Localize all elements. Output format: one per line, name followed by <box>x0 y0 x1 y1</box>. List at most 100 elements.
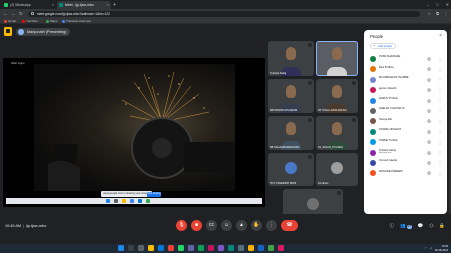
minimize-icon[interactable]: – <box>427 0 429 9</box>
stop-sharing-button[interactable]: Stop sharing <box>147 192 161 197</box>
new-tab-button[interactable]: + <box>113 1 116 9</box>
whatsapp-icon[interactable] <box>178 245 184 251</box>
tab-meet[interactable]: Meet - ijp-tjsw-mbo × <box>57 1 111 9</box>
raise-hand-button[interactable]: ✋ <box>251 220 262 231</box>
app-icon[interactable] <box>268 245 274 251</box>
call-controls: 🎙 ■ cc ☺ ▲ ✋ ⋮ ☎ <box>176 220 298 232</box>
star-icon[interactable]: ☆ <box>428 10 432 17</box>
more-options-icon[interactable]: ⋮ <box>438 140 442 145</box>
extensions-icon[interactable]: ⧉ <box>436 10 439 17</box>
file-explorer-icon[interactable] <box>148 245 154 251</box>
app-icon[interactable] <box>248 245 254 251</box>
close-window-icon[interactable]: ✕ <box>446 0 449 9</box>
people-list-item[interactable]: Ummed Gawde ⨂ ⋮ <box>368 158 445 168</box>
people-list-item[interactable]: DHRUV PIYALE ⨂ ⋮ <box>368 96 445 106</box>
mic-off-icon[interactable]: ⨂ <box>427 109 431 113</box>
mic-off-icon[interactable]: ⨂ <box>427 99 431 103</box>
shared-screen[interactable]: Web Apps meet.google.com is sharing your… <box>3 58 265 207</box>
tab-whatsapp[interactable]: (2) WhatsApp × <box>2 1 56 9</box>
leave-call-button[interactable]: ☎ <box>281 220 298 231</box>
more-options-icon[interactable]: ⋮ <box>438 67 442 72</box>
captions-button[interactable]: cc <box>206 220 217 231</box>
people-list-item-host[interactable]: Tushara Sahaj Meeting host ⨂ ⋮ <box>368 148 445 158</box>
person-name: Tanaya Bor <box>379 117 393 121</box>
more-options-icon[interactable]: ⋮ <box>438 129 442 134</box>
mic-off-icon[interactable]: ⨂ <box>427 119 431 123</box>
more-options-button[interactable]: ⋮ <box>266 220 277 231</box>
more-options-icon[interactable]: ⋮ <box>438 57 442 62</box>
people-list-item[interactable]: TAWDE TUSHA ⨂ ⋮ <box>368 137 445 147</box>
task-view-icon[interactable] <box>138 245 144 251</box>
mic-off-icon[interactable]: ⨂ <box>427 78 431 82</box>
participant-tile[interactable]: SB NAGA ERAMANANDA <box>268 116 314 150</box>
volume-icon[interactable]: ◁ <box>430 247 432 250</box>
mic-toggle-button[interactable]: 🎙 <box>176 220 187 231</box>
people-button[interactable]: 👥 27 <box>400 223 412 229</box>
url-field[interactable]: meet.google.com/ijp-tjsw-mbo?authuser=1&… <box>28 10 420 17</box>
host-controls-icon[interactable]: 🔒 <box>439 223 445 229</box>
reload-icon[interactable]: ↻ <box>19 10 23 17</box>
people-list-item[interactable]: WANODE PREREM ⨂ ⋮ <box>368 168 445 178</box>
search-icon[interactable] <box>128 245 134 251</box>
clock[interactable]: 10:45 26-08-2024 <box>435 245 448 252</box>
more-options-icon[interactable]: ⋮ <box>438 119 442 124</box>
close-tab-icon[interactable]: × <box>107 1 109 9</box>
people-list-item[interactable]: SHELAR CHAITANYA ⨂ ⋮ <box>368 106 445 116</box>
participant-tile[interactable]: S5 YOGA LAXMI ANKAM <box>316 79 358 113</box>
back-icon[interactable]: ← <box>3 10 8 17</box>
people-list-item[interactable]: MUVABKARAN THAMBE ⨂ ⋮ <box>368 75 445 85</box>
reactions-button[interactable]: ☺ <box>221 220 232 231</box>
more-options-icon[interactable]: ⋮ <box>438 160 442 165</box>
close-icon[interactable]: × <box>439 33 442 39</box>
mic-off-icon[interactable]: ⨂ <box>427 88 431 92</box>
participant-tile-active[interactable] <box>316 41 358 76</box>
presenter-chip[interactable]: Manjunath (Presenting) <box>16 28 71 36</box>
people-list-item[interactable]: Ravi B Mista ⨂ ⋮ <box>368 64 445 74</box>
menu-icon[interactable]: ⋮ <box>444 10 448 17</box>
teams-icon[interactable] <box>188 245 194 251</box>
app-icon[interactable] <box>278 245 284 251</box>
more-options-icon[interactable]: ⋮ <box>438 171 442 176</box>
people-list-item[interactable]: TANDEL NISHANT ⨂ ⋮ <box>368 127 445 137</box>
chat-icon[interactable]: 💬 <box>418 223 424 229</box>
participant-video <box>332 85 342 99</box>
more-options-icon[interactable]: ⋮ <box>438 98 442 103</box>
activities-icon[interactable]: ⬡ <box>429 223 433 229</box>
chrome-icon[interactable] <box>168 245 174 251</box>
wifi-icon[interactable]: ◠ <box>424 247 426 250</box>
sheets-icon[interactable] <box>198 245 204 251</box>
mic-off-icon[interactable]: ⨂ <box>427 67 431 71</box>
forward-icon[interactable]: → <box>11 10 16 17</box>
participant-tile[interactable]: Tushara Sahaj <box>268 41 314 76</box>
more-options-icon[interactable]: ⋮ <box>438 77 442 82</box>
participant-tile[interactable]: MB SHADIN KHAJIRAM <box>268 79 314 113</box>
mic-off-icon[interactable]: ⨂ <box>427 130 431 134</box>
windows-start-icon[interactable] <box>118 245 124 251</box>
camera-toggle-button[interactable]: ■ <box>191 220 202 231</box>
close-tab-icon[interactable]: × <box>52 1 54 9</box>
edge-icon[interactable] <box>158 245 164 251</box>
app-icon[interactable] <box>238 245 244 251</box>
people-list-item[interactable]: PUSD KHAIRADE ⨂ ⋮ <box>368 54 445 64</box>
mic-off-icon[interactable]: ⨂ <box>427 151 431 155</box>
mic-off-icon[interactable]: ⨂ <box>427 171 431 175</box>
people-list-item[interactable]: Tanaya Bor ⨂ ⋮ <box>368 116 445 126</box>
mic-off-icon[interactable]: ⨂ <box>427 161 431 165</box>
app-icon[interactable] <box>228 245 234 251</box>
participant-tile[interactable]: ITI P. PRAMODH ROHI <box>268 153 314 186</box>
mic-off-icon[interactable]: ⨂ <box>427 140 431 144</box>
app-icon[interactable] <box>258 245 264 251</box>
info-icon[interactable]: ⓘ <box>389 223 394 229</box>
more-options-icon[interactable]: ⋮ <box>438 108 442 113</box>
mic-off-icon[interactable]: ⨂ <box>427 57 431 61</box>
more-options-icon[interactable]: ⋮ <box>438 88 442 93</box>
app-icon[interactable] <box>218 245 224 251</box>
people-list-item[interactable]: jayram srikanth ⨂ ⋮ <box>368 85 445 95</box>
add-people-button[interactable]: Add people <box>370 43 397 49</box>
maximize-icon[interactable]: □ <box>436 0 438 9</box>
more-options-icon[interactable]: ⋮ <box>438 150 442 155</box>
present-button[interactable]: ▲ <box>236 220 247 231</box>
others-tile[interactable]: 44 others <box>316 153 358 186</box>
participant-tile[interactable]: S1_SUJAN_KH ANNA <box>316 116 358 150</box>
app-icon[interactable] <box>208 245 214 251</box>
